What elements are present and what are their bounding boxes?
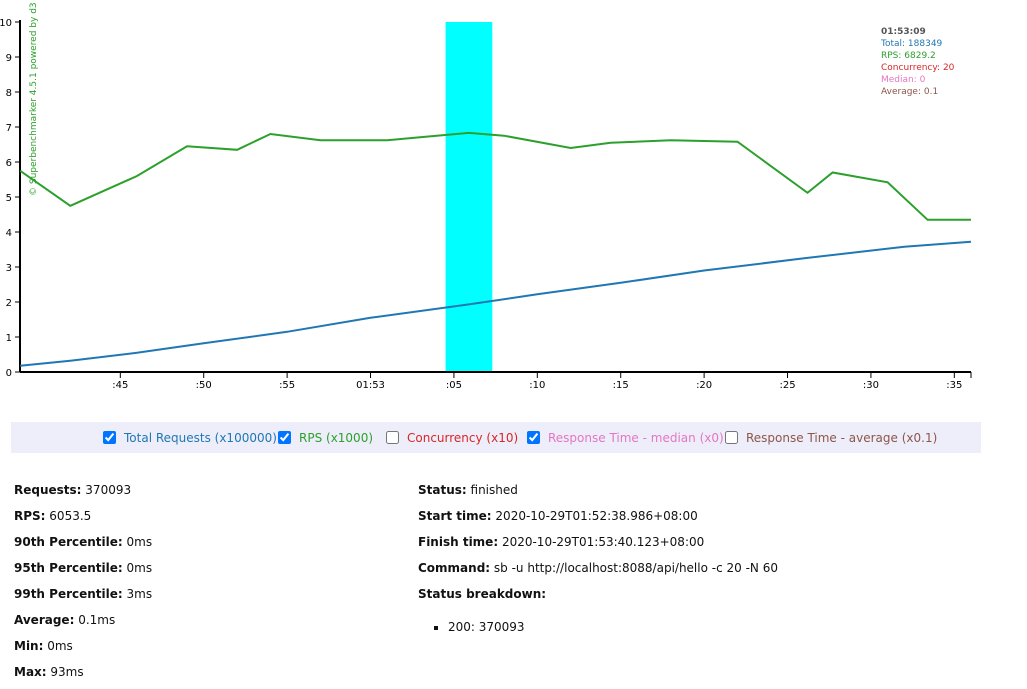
y-tick-label: 1	[6, 333, 12, 344]
stat-label: 99th Percentile:	[14, 587, 123, 601]
legend-label: Response Time - median (x0)	[548, 430, 724, 445]
x-tick-label: :15	[613, 380, 629, 391]
tooltip-median: Median: 0	[881, 75, 926, 85]
stat-row: 90th Percentile: 0ms	[14, 535, 152, 549]
y-tick-label: 0	[6, 368, 12, 379]
stat-label: Average:	[14, 613, 75, 627]
stat-value: finished	[466, 483, 518, 497]
stat-value: 93ms	[46, 665, 84, 679]
series-line-total-requests	[20, 240, 972, 367]
x-tick-label: 01:53	[356, 380, 385, 391]
hover-band	[445, 22, 493, 372]
tooltip-average: Average: 0.1	[881, 87, 938, 97]
legend-bar: Total Requests (x100000) RPS (x1000) Concu…	[11, 422, 981, 453]
stat-value: 0ms	[122, 561, 153, 575]
legend-checkbox[interactable]	[103, 431, 116, 444]
y-tick-label: 3	[6, 263, 12, 274]
stat-row: Finish time: 2020-10-29T01:53:40.123+08:…	[418, 535, 704, 549]
y-tick-label: 10	[0, 18, 12, 29]
y-tick-label: 5	[6, 193, 12, 204]
x-tick-label: :25	[779, 380, 795, 391]
stat-row: Min: 0ms	[14, 639, 73, 653]
legend-checkbox[interactable]	[386, 431, 399, 444]
x-tick-label: :20	[696, 380, 712, 391]
stat-row: Start time: 2020-10-29T01:52:38.986+08:0…	[418, 509, 698, 523]
bullet-icon	[434, 625, 438, 630]
x-tick-label: :50	[196, 380, 212, 391]
status-breakdown-text: 200: 370093	[448, 620, 525, 634]
legend-checkbox[interactable]	[527, 431, 540, 444]
x-tick-label: :05	[446, 380, 462, 391]
stat-row: 95th Percentile: 0ms	[14, 561, 152, 575]
stat-row: Status: finished	[418, 483, 518, 497]
stat-label: Finish time:	[418, 535, 499, 549]
stat-value: sb -u http://localhost:8088/api/hello -c…	[490, 561, 778, 575]
legend-label: Response Time - average (x0.1)	[746, 430, 938, 445]
watermark-text: © Superbenchmarker 4.5.1 powered by d3	[29, 2, 39, 196]
legend-checkbox[interactable]	[278, 431, 291, 444]
chart: 0 1 2 3 4 5 6 7 8 9 10 :45 :50 :55 01:53 :05 :10 :15 :20 :2…	[0, 2, 972, 391]
stat-value: 6053.5	[45, 509, 92, 523]
stat-row: RPS: 6053.5	[14, 509, 91, 523]
stat-label: 95th Percentile:	[14, 561, 123, 575]
stat-row: Average: 0.1ms	[14, 613, 115, 627]
series-line-rps	[19, 131, 971, 221]
stat-row: Requests: 370093	[14, 483, 131, 497]
x-tick-label: :10	[529, 380, 545, 391]
stat-label: Min:	[14, 639, 44, 653]
stat-value: 0ms	[43, 639, 73, 653]
stat-value: 2020-10-29T01:53:40.123+08:00	[498, 535, 705, 549]
y-tick-label: 4	[6, 228, 12, 239]
stat-label: 90th Percentile:	[14, 535, 123, 549]
stat-label: Requests:	[14, 483, 82, 497]
legend-item[interactable]: Concurrency (x10)	[386, 422, 518, 453]
y-tick-label: 8	[6, 88, 12, 99]
legend-label: Total Requests (x100000)	[124, 430, 277, 445]
stat-label: Status:	[418, 483, 467, 497]
x-tick-label: :45	[112, 380, 128, 391]
y-tick-label: 9	[6, 53, 12, 64]
stat-value: 3ms	[122, 587, 153, 601]
y-tick-label: 7	[6, 123, 12, 134]
stat-value: 2020-10-29T01:52:38.986+08:00	[491, 509, 698, 523]
tooltip-concurrency: Concurrency: 20	[881, 63, 955, 73]
stat-row: Max: 93ms	[14, 665, 84, 679]
y-tick-label: 6	[6, 158, 12, 169]
stat-label: Status breakdown:	[418, 587, 547, 601]
stat-value: 0.1ms	[74, 613, 116, 627]
stat-label: Max:	[14, 665, 47, 679]
stat-row: Status breakdown:	[418, 587, 546, 601]
stat-value: 370093	[81, 483, 132, 497]
x-tick-label: :30	[863, 380, 879, 391]
tooltip-rps: RPS: 6829.2	[881, 51, 936, 61]
tooltip-time: 01:53:09	[881, 27, 926, 37]
x-tick-label: :55	[279, 380, 295, 391]
legend-item[interactable]: RPS (x1000)	[278, 422, 373, 453]
tooltip-total: Total: 188349	[880, 39, 943, 49]
x-tick-label: :35	[946, 380, 962, 391]
stat-row: Command: sb -u http://localhost:8088/api…	[418, 561, 778, 575]
stat-label: Start time:	[418, 509, 492, 523]
stat-value: 0ms	[122, 535, 153, 549]
legend-label: Concurrency (x10)	[407, 430, 519, 445]
stat-label: RPS:	[14, 509, 46, 523]
legend-item[interactable]: Response Time - average (x0.1)	[725, 422, 937, 453]
legend-label: RPS (x1000)	[299, 430, 374, 445]
stat-label: Command:	[418, 561, 491, 575]
legend-item[interactable]: Response Time - median (x0)	[527, 422, 724, 453]
legend-item[interactable]: Total Requests (x100000)	[103, 422, 277, 453]
legend-checkbox[interactable]	[725, 431, 738, 444]
stat-row: 99th Percentile: 3ms	[14, 587, 152, 601]
y-tick-label: 2	[6, 298, 12, 309]
status-breakdown-item: 200: 370093	[434, 620, 525, 634]
